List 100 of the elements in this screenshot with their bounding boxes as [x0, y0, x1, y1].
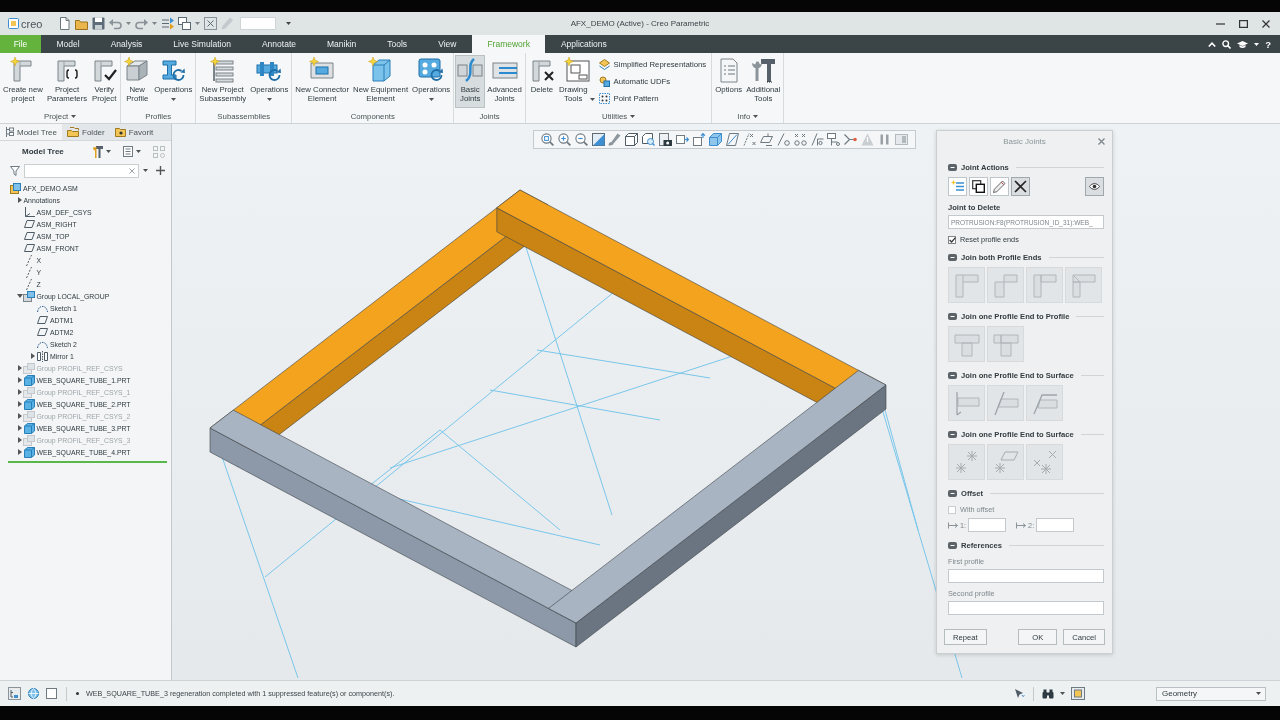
- search-icon[interactable]: [1222, 39, 1232, 49]
- box-arrow-icon[interactable]: [675, 133, 689, 146]
- folder-icon[interactable]: [75, 17, 89, 30]
- joint-action-button[interactable]: [1011, 177, 1030, 196]
- caret-right-icon[interactable]: [17, 197, 22, 203]
- offset-field[interactable]: [968, 518, 1007, 532]
- panel-tab[interactable]: Model Tree: [0, 124, 63, 140]
- plane-icon: [23, 220, 35, 228]
- redo-icon[interactable]: [135, 17, 149, 30]
- profile-field[interactable]: [948, 601, 1104, 615]
- regenerate-icon[interactable]: [161, 17, 175, 30]
- dot-grid-icon: [598, 93, 610, 104]
- minimize-icon[interactable]: [1216, 22, 1225, 25]
- close-icon[interactable]: [1262, 19, 1270, 28]
- preview-button[interactable]: [1085, 177, 1104, 196]
- shaded-square-icon[interactable]: [591, 133, 605, 146]
- panel-tab[interactable]: Favorit: [109, 124, 159, 140]
- point-display-icon[interactable]: [776, 133, 790, 146]
- select-pointer-icon[interactable]: [1014, 688, 1025, 699]
- axis-display-icon[interactable]: [743, 133, 757, 146]
- ribbon-tab[interactable]: Annotate: [246, 35, 312, 53]
- ribbon-tab[interactable]: Tools: [371, 35, 423, 53]
- collapse-icon[interactable]: [948, 489, 957, 497]
- ribbon-tab[interactable]: Analysis: [95, 35, 158, 53]
- framed-square-icon[interactable]: [1071, 687, 1085, 700]
- cube-magnifier-icon[interactable]: [642, 133, 656, 146]
- maximize-icon[interactable]: [1239, 19, 1248, 28]
- panel-circles-rotate-icon: [418, 57, 445, 83]
- search-field[interactable]: [24, 163, 139, 178]
- clear-icon[interactable]: [129, 167, 135, 174]
- surface-joint-icon: [991, 389, 1020, 417]
- plane-icon: [37, 316, 48, 324]
- zoom-out-icon[interactable]: [574, 133, 588, 146]
- ribbon-tab[interactable]: Applications: [545, 35, 623, 53]
- graduation-cap-icon[interactable]: [1237, 40, 1249, 48]
- logo-icon: [8, 18, 19, 29]
- collapse-icon[interactable]: [948, 163, 957, 171]
- zoom-in-icon[interactable]: [557, 133, 571, 146]
- collapse-icon[interactable]: [948, 430, 957, 438]
- flag-box-icon[interactable]: [827, 133, 841, 146]
- zoom-fit-icon[interactable]: [541, 133, 554, 146]
- quick-access-field[interactable]: [240, 17, 277, 30]
- caret-down-icon[interactable]: [16, 294, 23, 298]
- node-link-icon[interactable]: [844, 133, 858, 146]
- new-file-icon[interactable]: [58, 17, 72, 30]
- box-sparkle-icon: [367, 57, 394, 83]
- panel-toggle-icon[interactable]: [8, 687, 21, 700]
- caret-icon[interactable]: [106, 150, 111, 153]
- hammer-icon[interactable]: [93, 145, 103, 158]
- dimension-icon: [948, 521, 958, 529]
- ribbon-tab[interactable]: View: [422, 35, 472, 53]
- list-icon[interactable]: [123, 146, 133, 157]
- ribbon-tab[interactable]: Live Simulation: [157, 35, 247, 53]
- point-cluster-icon[interactable]: [793, 133, 807, 146]
- checkbox[interactable]: [948, 235, 956, 244]
- window-icon[interactable]: [46, 688, 57, 699]
- ribbon-tab[interactable]: Model: [41, 35, 96, 53]
- stacked-bars-sparkle-icon: [209, 57, 236, 83]
- cube-icon[interactable]: [625, 133, 639, 146]
- collapse-icon[interactable]: [948, 541, 957, 549]
- caret-right-icon[interactable]: [31, 353, 35, 359]
- page-camera-icon[interactable]: [658, 133, 672, 146]
- caret-icon[interactable]: [136, 150, 141, 153]
- caret-icon[interactable]: [143, 169, 148, 172]
- dialog-title: Basic Joints: [1003, 136, 1046, 146]
- filter-dropdown[interactable]: Geometry: [1156, 686, 1266, 701]
- plane-icon: [37, 328, 48, 336]
- group-icon: [23, 386, 35, 398]
- corner-joint-icon: [1030, 271, 1059, 299]
- offset-field[interactable]: [1036, 518, 1075, 532]
- help-button[interactable]: ?: [1265, 38, 1271, 50]
- chevron-up-icon[interactable]: [1208, 41, 1217, 47]
- plane-slash-icon[interactable]: [726, 133, 740, 146]
- globe-icon[interactable]: [28, 688, 39, 699]
- plus-icon[interactable]: [156, 166, 165, 175]
- undo-icon[interactable]: [109, 17, 123, 30]
- profile-field[interactable]: [948, 569, 1104, 583]
- caret-icon[interactable]: [1254, 42, 1260, 46]
- filter-icon[interactable]: [10, 165, 20, 176]
- collapse-icon[interactable]: [948, 312, 957, 320]
- group-icon: [23, 434, 35, 446]
- part-icon: [23, 446, 35, 458]
- layers-icon[interactable]: [709, 133, 723, 146]
- panel-tab[interactable]: Folder: [62, 124, 110, 140]
- collapse-icon[interactable]: [948, 371, 957, 379]
- collapse-icon[interactable]: [948, 253, 957, 261]
- caret-icon[interactable]: [1060, 692, 1065, 695]
- dimension-icon: [1016, 521, 1027, 529]
- joint-action-button[interactable]: [969, 177, 988, 196]
- save-icon[interactable]: [92, 17, 106, 30]
- close-window-icon[interactable]: [204, 17, 218, 30]
- angle-brackets-icon: [54, 57, 81, 83]
- caret-icon[interactable]: [286, 22, 292, 25]
- binoculars-icon[interactable]: [1042, 688, 1054, 699]
- windows-icon[interactable]: [178, 17, 192, 30]
- box-up-arrow-icon[interactable]: [692, 133, 706, 146]
- csys-display-icon[interactable]: [810, 133, 824, 146]
- ribbon-tab[interactable]: Manikin: [311, 35, 372, 53]
- plane-display-icon[interactable]: [759, 133, 773, 146]
- plane-icon: [23, 244, 35, 252]
